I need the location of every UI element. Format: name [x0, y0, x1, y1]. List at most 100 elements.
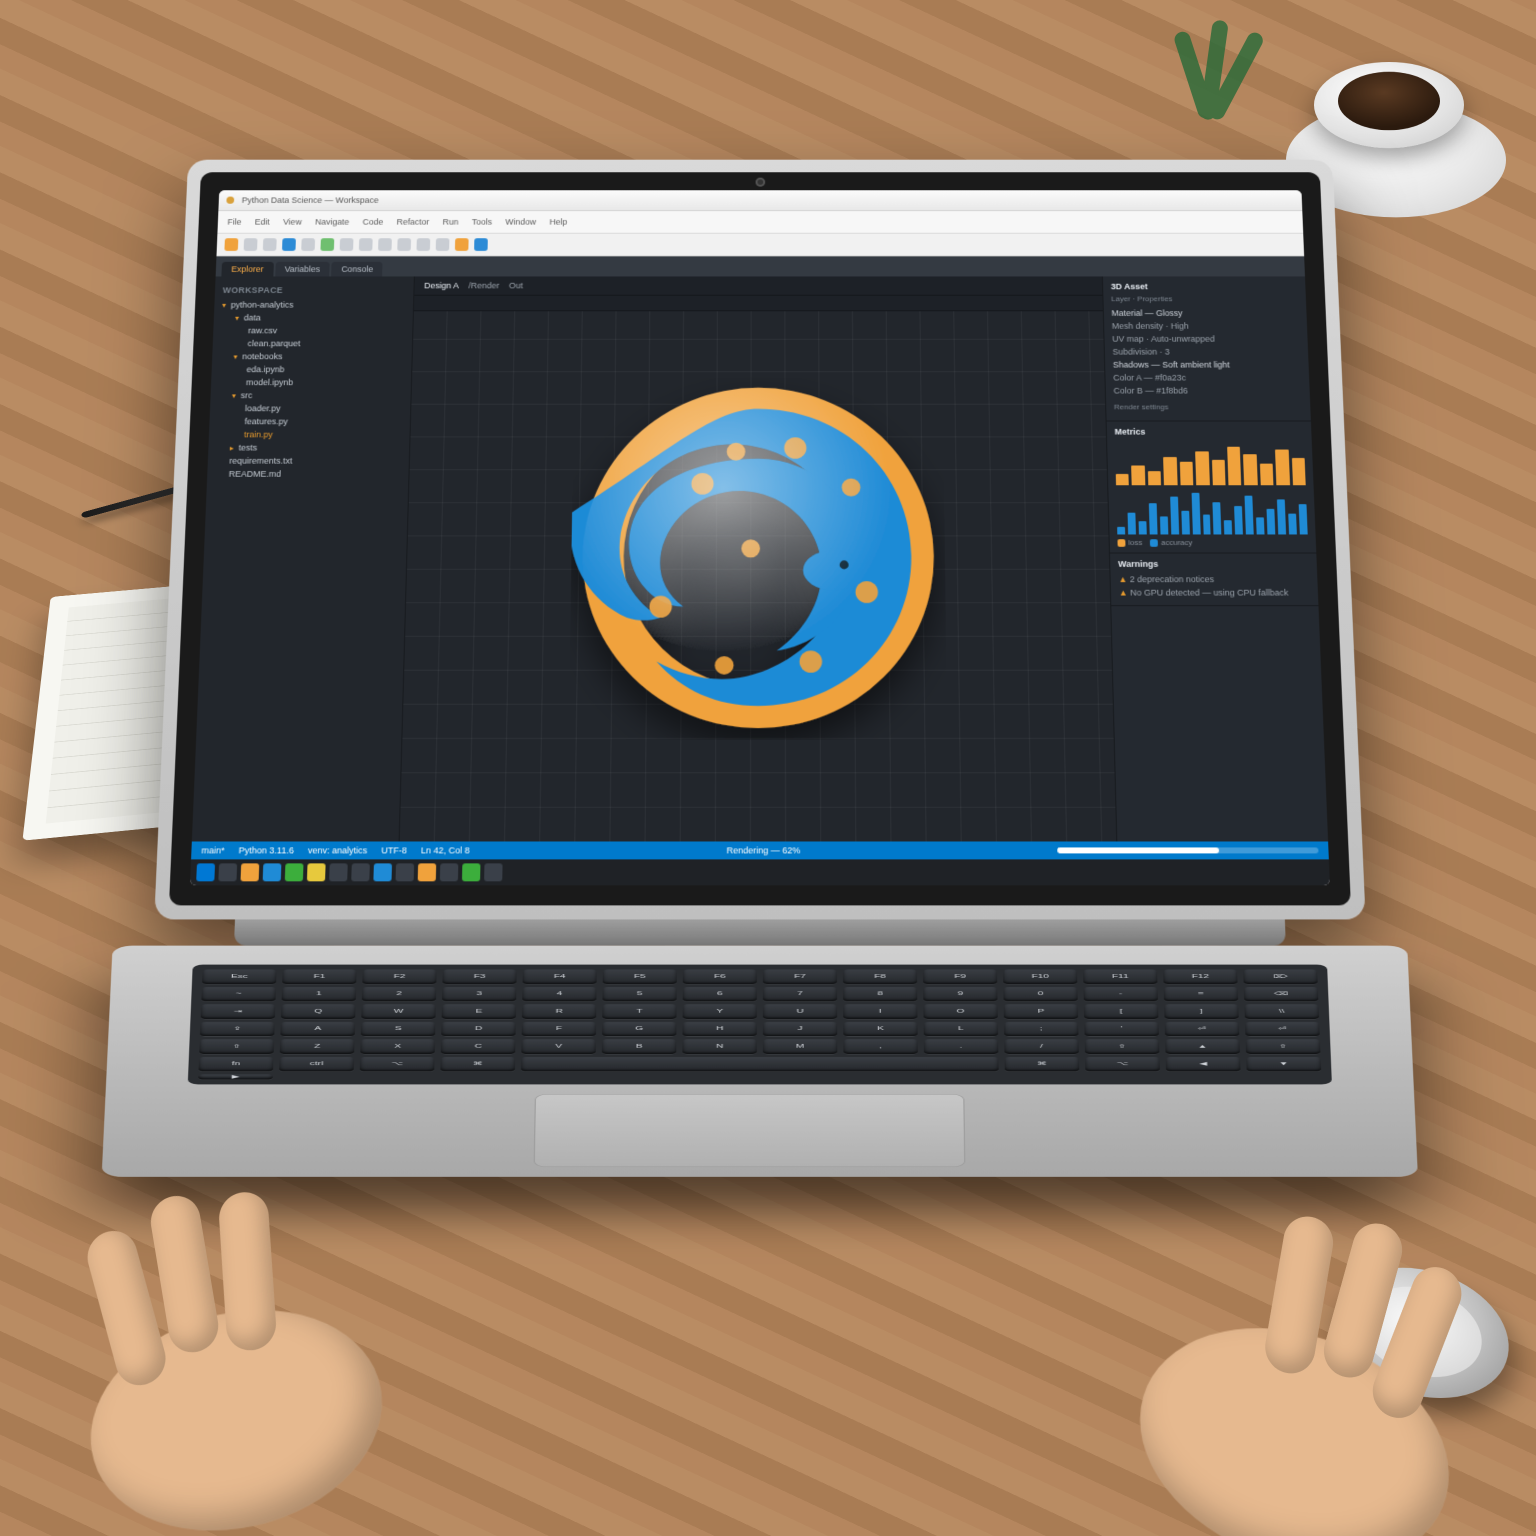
tree-item[interactable]: loader.py	[245, 402, 403, 415]
tree-item[interactable]: ▾python-analytics	[222, 298, 406, 311]
taskbar-app-icon[interactable]	[462, 863, 480, 881]
menu-file[interactable]: File	[227, 217, 241, 226]
window-titlebar: Python Data Science — Workspace	[218, 190, 1302, 211]
legend-a: loss	[1128, 538, 1142, 547]
chart-bar	[1180, 462, 1194, 485]
taskbar-app-icon[interactable]	[307, 863, 326, 881]
new-file-icon[interactable]	[224, 238, 238, 251]
menu-edit[interactable]: Edit	[255, 217, 270, 226]
tree-item[interactable]: ▾data	[235, 311, 405, 324]
git-icon[interactable]	[436, 238, 450, 251]
menu-navigate[interactable]: Navigate	[315, 217, 349, 226]
keyboard-key: ;	[1004, 1022, 1079, 1037]
menu-code[interactable]: Code	[362, 217, 383, 226]
keyboard-key: =	[1164, 987, 1239, 1002]
tree-label: raw.csv	[248, 326, 277, 335]
undo-icon[interactable]	[340, 238, 354, 251]
tree-item[interactable]: clean.parquet	[247, 337, 404, 350]
taskbar-app-icon[interactable]	[285, 863, 304, 881]
laptop-trackpad	[534, 1094, 966, 1167]
status-item[interactable]: Ln 42, Col 8	[421, 845, 470, 855]
editor-tab-2[interactable]: Out	[509, 281, 523, 290]
keyboard-key: T	[602, 1004, 676, 1019]
laptop-hinge	[234, 919, 1286, 945]
menu-tools[interactable]: Tools	[472, 217, 492, 226]
chevron-icon: ▾	[233, 352, 237, 360]
menu-window[interactable]: Window	[505, 217, 536, 226]
menu-view[interactable]: View	[283, 217, 302, 226]
keyboard-key: 2	[362, 987, 436, 1002]
menu-refactor[interactable]: Refactor	[396, 217, 429, 226]
keyboard-key: Esc	[202, 969, 277, 984]
keyboard-key: 4	[522, 987, 596, 1002]
chart-bar	[1191, 493, 1200, 535]
taskbar-app-icon[interactable]	[440, 863, 459, 881]
tree-item[interactable]: requirements.txt	[229, 454, 401, 467]
status-item[interactable]: Python 3.11.6	[238, 845, 293, 855]
chart-bar	[1116, 474, 1129, 486]
taskbar-app-icon[interactable]	[373, 863, 392, 881]
tree-item[interactable]: ▸tests	[230, 441, 402, 454]
tree-item[interactable]: ▾notebooks	[233, 350, 404, 363]
chart-bar	[1224, 520, 1232, 534]
settings-icon[interactable]	[397, 238, 411, 251]
terminal-icon[interactable]	[320, 238, 334, 251]
taskbar-app-icon[interactable]	[263, 863, 282, 881]
warning-row: ▲ No GPU detected — using CPU fallback	[1119, 586, 1311, 599]
inspector-title: 3D Asset	[1111, 282, 1298, 291]
tree-item[interactable]: README.md	[229, 467, 401, 480]
keyboard-key: ◀	[1166, 1057, 1241, 1072]
panel-tab-console[interactable]: Console	[331, 262, 382, 277]
status-item[interactable]: venv: analytics	[308, 845, 368, 855]
tree-item[interactable]: eda.ipynb	[246, 363, 403, 376]
keyboard-key: 1	[282, 987, 357, 1002]
os-taskbar	[190, 859, 1330, 885]
taskbar-app-icon[interactable]	[329, 863, 348, 881]
chart-bar	[1227, 447, 1241, 486]
run-icon[interactable]	[282, 238, 296, 251]
status-item[interactable]: UTF-8	[381, 845, 407, 855]
tree-item[interactable]: model.ipynb	[246, 376, 404, 389]
tree-item[interactable]: train.py	[244, 428, 402, 441]
taskbar-app-icon[interactable]	[240, 863, 259, 881]
cloud-icon[interactable]	[474, 238, 488, 251]
editor-tab-1[interactable]: /Render	[468, 281, 499, 290]
redo-icon[interactable]	[359, 238, 373, 251]
status-item[interactable]: main*	[201, 845, 225, 855]
save-icon[interactable]	[263, 238, 277, 251]
menu-help[interactable]: Help	[549, 217, 567, 226]
taskbar-app-icon[interactable]	[418, 863, 437, 881]
editor-tab-0[interactable]: Design A	[424, 281, 459, 290]
keyboard-key: H	[682, 1022, 756, 1037]
metrics-heading: Metrics	[1115, 427, 1304, 436]
taskbar-app-icon[interactable]	[351, 863, 370, 881]
taskbar-app-icon[interactable]	[218, 863, 237, 881]
debug-icon[interactable]	[301, 238, 315, 251]
search-icon[interactable]	[378, 238, 392, 251]
menu-run[interactable]: Run	[442, 217, 458, 226]
keyboard-key: 3	[442, 987, 516, 1002]
tree-item[interactable]: ▾src	[232, 389, 403, 402]
inspector-row: Material — Glossy	[1111, 307, 1299, 320]
keyboard-key: ⏎	[1245, 1022, 1320, 1037]
tree-label: eda.ipynb	[246, 365, 284, 374]
taskbar-app-icon[interactable]	[396, 863, 415, 881]
panel-tab-explorer[interactable]: Explorer	[221, 262, 273, 277]
menu-bar: File Edit View Navigate Code Refactor Run Tools…	[217, 211, 1303, 234]
tree-item[interactable]: raw.csv	[248, 324, 405, 337]
inspector-row: Subdivision · 3	[1112, 345, 1300, 358]
keyboard-key: F2	[362, 969, 436, 984]
open-icon[interactable]	[244, 238, 258, 251]
taskbar-app-icon[interactable]	[484, 863, 502, 881]
panel-tab-variables[interactable]: Variables	[275, 262, 330, 277]
chart-bar	[1277, 499, 1286, 534]
tree-item[interactable]: features.py	[244, 415, 402, 428]
keyboard-key: ⌫	[1244, 987, 1319, 1002]
keyboard-key: -	[1083, 987, 1157, 1002]
keyboard-key: F12	[1163, 969, 1237, 984]
chart-bar	[1138, 521, 1146, 534]
profile-icon[interactable]	[455, 238, 469, 251]
taskbar-app-icon[interactable]	[196, 863, 215, 881]
design-canvas[interactable]	[400, 296, 1117, 842]
extensions-icon[interactable]	[416, 238, 430, 251]
